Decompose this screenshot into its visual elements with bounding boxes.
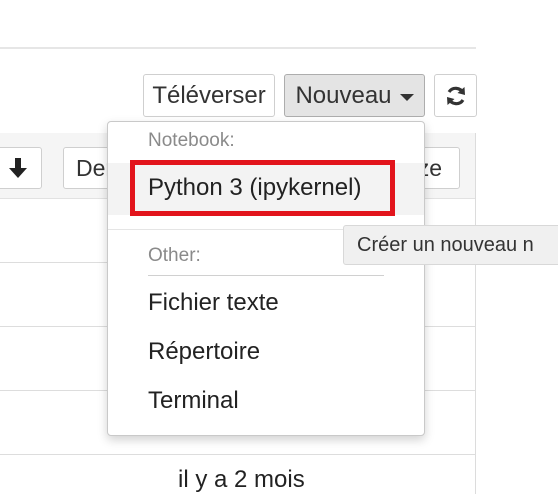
file-list-right-border (475, 133, 476, 494)
menu-item-python3-label: Python 3 (ipykernel) (148, 174, 362, 201)
new-dropdown-button[interactable]: Nouveau (284, 74, 425, 117)
refresh-button[interactable] (434, 74, 477, 117)
tooltip: Créer un nouveau n (343, 225, 558, 265)
table-row-divider (0, 454, 476, 455)
arrow-down-icon (9, 158, 27, 178)
tooltip-text: Créer un nouveau n (357, 233, 534, 256)
last-modified-cell: il y a 2 mois (178, 466, 305, 493)
caret-down-icon (399, 93, 414, 101)
upload-button[interactable]: Téléverser (143, 74, 275, 117)
download-button[interactable] (0, 147, 42, 189)
menu-header-notebook: Notebook: (148, 130, 235, 151)
refresh-icon (446, 86, 465, 105)
menu-header-rule (148, 275, 384, 276)
menu-item-terminal[interactable]: Terminal (148, 387, 239, 415)
new-button-label: Nouveau (295, 81, 392, 109)
menu-item-text-file[interactable]: Fichier texte (148, 289, 279, 317)
header-divider (0, 47, 476, 49)
menu-item-python3[interactable]: Python 3 (ipykernel) (130, 160, 395, 216)
menu-item-folder[interactable]: Répertoire (148, 338, 260, 366)
menu-header-other: Other: (148, 245, 201, 266)
